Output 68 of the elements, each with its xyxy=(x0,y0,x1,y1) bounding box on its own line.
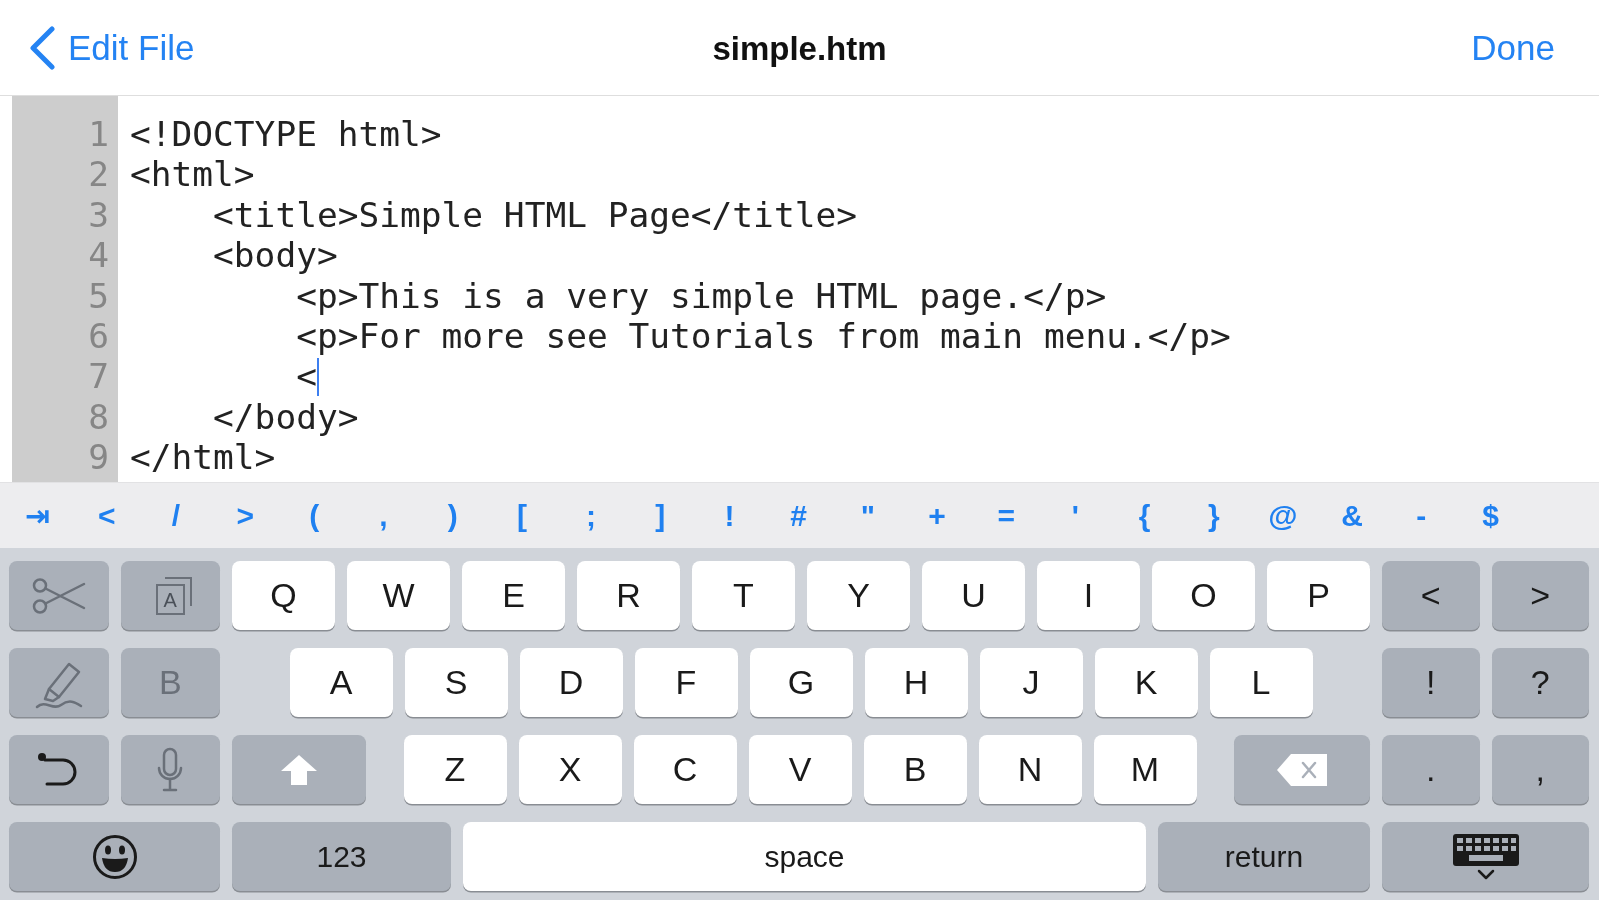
letter-key[interactable]: S xyxy=(404,648,508,717)
code-line: <html> xyxy=(130,154,255,195)
letter-key[interactable]: C xyxy=(633,735,737,804)
emoji-key[interactable] xyxy=(9,822,220,891)
line-number: 7 xyxy=(88,356,109,397)
line-number: 3 xyxy=(88,194,109,236)
letter-key[interactable]: A xyxy=(289,648,393,717)
line-number: 8 xyxy=(88,396,109,438)
numbers-key[interactable]: 123 xyxy=(232,822,451,891)
letter-key[interactable]: H xyxy=(864,648,968,717)
line-number: 4 xyxy=(88,235,109,276)
line-number: 5 xyxy=(88,275,109,316)
symbol-key[interactable]: . xyxy=(1382,735,1480,804)
letter-key[interactable]: N xyxy=(978,735,1082,804)
code-line: <p>This is a very simple HTML page.</p> xyxy=(296,275,1107,316)
symbol-key[interactable]: > xyxy=(1491,561,1589,630)
letter-key[interactable]: Q xyxy=(232,561,335,630)
letter-key[interactable]: R xyxy=(577,561,680,630)
code-line: < xyxy=(296,356,317,397)
keyboard-icon xyxy=(1451,832,1520,881)
letter-key[interactable]: E xyxy=(462,561,565,630)
symbol-key[interactable]: ! xyxy=(1382,648,1480,717)
letter-key[interactable]: O xyxy=(1152,561,1255,630)
delete-key[interactable] xyxy=(1234,735,1370,804)
hide-keyboard-key[interactable] xyxy=(1382,822,1589,891)
space-bar[interactable]: space xyxy=(463,822,1146,891)
shift-arrow-icon xyxy=(279,752,319,787)
code-line: <!DOCTYPE html> xyxy=(130,114,442,155)
letter-key[interactable]: Y xyxy=(807,561,910,630)
line-number: 1 xyxy=(88,114,109,155)
code-line: <title>Simple HTML Page</title> xyxy=(213,194,857,236)
code-line: <p>For more see Tutorials from main menu.</p> xyxy=(296,315,1231,357)
letter-key[interactable]: T xyxy=(692,561,795,630)
letter-key[interactable]: F xyxy=(634,648,738,717)
letter-key[interactable]: W xyxy=(347,561,450,630)
letter-key[interactable]: X xyxy=(518,735,622,804)
letter-key[interactable]: G xyxy=(749,648,853,717)
letter-key[interactable]: M xyxy=(1093,735,1197,804)
code-line: <body> xyxy=(213,235,338,276)
backspace-icon xyxy=(1276,752,1328,787)
back-chevron-icon xyxy=(28,25,56,70)
letter-key[interactable]: U xyxy=(922,561,1025,630)
symbol-key[interactable]: ? xyxy=(1491,648,1589,717)
line-number: 9 xyxy=(88,437,109,478)
letter-key[interactable]: B xyxy=(863,735,967,804)
symbol-key[interactable]: < xyxy=(1382,561,1480,630)
letter-key[interactable]: L xyxy=(1209,648,1313,717)
symbol-key[interactable]: , xyxy=(1491,735,1589,804)
code-line: </html> xyxy=(130,437,276,478)
letter-key[interactable]: D xyxy=(519,648,623,717)
microphone-icon xyxy=(157,746,184,793)
letter-key[interactable]: P xyxy=(1267,561,1370,630)
undo-button[interactable] xyxy=(9,735,109,804)
back-button[interactable]: Edit File xyxy=(28,25,195,70)
letter-key[interactable]: V xyxy=(748,735,852,804)
letter-key[interactable]: I xyxy=(1037,561,1140,630)
code-line: </body> xyxy=(213,396,359,438)
return-key[interactable]: return xyxy=(1158,822,1370,891)
letter-key[interactable]: K xyxy=(1094,648,1198,717)
smiley-icon xyxy=(91,833,138,880)
file-title: simple.htm xyxy=(712,28,887,68)
line-number: 2 xyxy=(88,154,109,195)
shift-key[interactable] xyxy=(232,735,366,804)
letter-key[interactable]: Z xyxy=(403,735,507,804)
done-button[interactable]: Done xyxy=(1471,26,1555,69)
line-number: 6 xyxy=(88,315,109,357)
scissors-icon xyxy=(31,576,86,615)
letter-key[interactable]: J xyxy=(979,648,1083,717)
